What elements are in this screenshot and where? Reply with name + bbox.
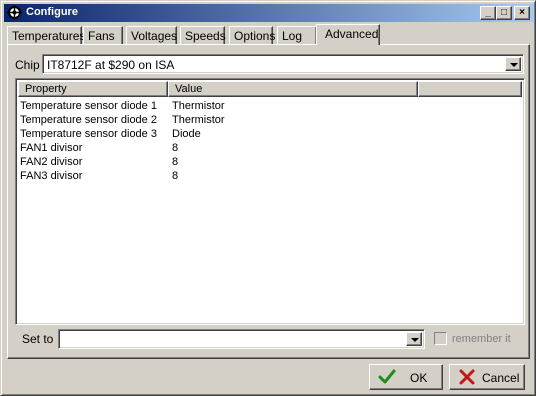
column-header-property[interactable]: Property [18,81,168,97]
chip-select[interactable]: IT8712F at $290 on ISA [42,54,524,74]
configure-window: Configure _ □ × Temperatures Fans Voltag… [0,0,536,396]
ok-label: OK [410,371,428,385]
list-header: Property Value [18,81,522,97]
tab-log[interactable]: Log [277,26,317,44]
property-cell: FAN1 divisor [20,142,83,154]
column-header-empty [418,81,522,97]
value-cell: 8 [172,156,179,168]
maximize-button[interactable]: □ [496,6,512,20]
remember-checkbox[interactable] [434,332,447,345]
value-cell: Thermistor [172,114,225,126]
value-cell: Thermistor [172,100,225,112]
value-cell: Diode [172,128,201,140]
property-cell: Temperature sensor diode 1 [20,100,157,112]
tab-fans[interactable]: Fans [83,26,123,44]
chevron-down-icon[interactable] [406,332,422,346]
cancel-label: Cancel [482,371,520,385]
property-list[interactable]: Property Value Temperature sensor diode … [15,78,525,325]
chip-select-value: IT8712F at $290 on ISA [47,58,175,72]
gear-icon [7,5,22,20]
property-cell: FAN3 divisor [20,170,83,182]
chip-label: Chip [15,58,40,72]
tab-options[interactable]: Options [229,26,275,44]
checkmark-icon [378,369,396,384]
set-to-select[interactable] [58,329,425,349]
window-title: Configure [26,6,78,18]
set-to-label: Set to [22,332,54,346]
cancel-button[interactable]: Cancel [449,364,525,390]
property-cell: Temperature sensor diode 2 [20,114,157,126]
remember-label: remember it [452,333,511,345]
x-icon [459,369,475,385]
minimize-button[interactable]: _ [480,6,496,20]
property-cell: FAN2 divisor [20,156,83,168]
property-cell: Temperature sensor diode 3 [20,128,157,140]
value-cell: 8 [172,142,179,154]
close-button[interactable]: × [514,6,530,20]
tab-speeds[interactable]: Speeds [180,26,226,44]
tab-temperatures[interactable]: Temperatures [7,26,85,44]
tab-voltages[interactable]: Voltages [126,26,177,44]
ok-button[interactable]: OK [369,364,443,390]
title-bar[interactable]: Configure _ □ × [4,4,534,22]
value-cell: 8 [172,170,179,182]
column-header-value[interactable]: Value [168,81,418,97]
tab-strip: Temperatures Fans Voltages Speeds Option… [7,24,527,45]
advanced-panel: Chip IT8712F at $290 on ISA Property Val… [7,44,530,359]
tab-advanced[interactable]: Advanced [316,24,380,45]
chevron-down-icon[interactable] [505,57,521,71]
